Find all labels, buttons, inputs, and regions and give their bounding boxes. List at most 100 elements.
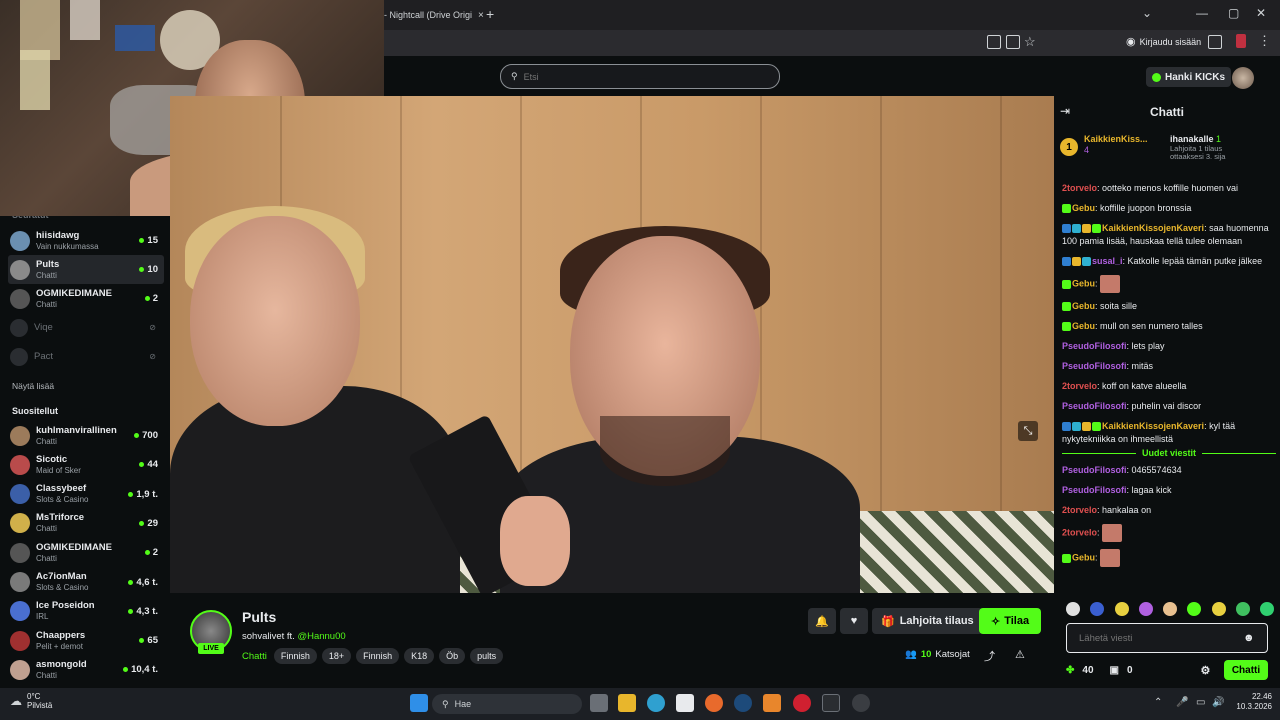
stream-tag[interactable]: K18: [404, 648, 435, 664]
chat-username[interactable]: Gebu: [1072, 278, 1095, 288]
show-more-link[interactable]: Näytä lisää: [12, 381, 54, 391]
emote-icon[interactable]: [1066, 602, 1080, 616]
sidebar-item-ogmikedimane[interactable]: OGMIKEDIMANE Chatti 2: [8, 284, 164, 313]
stream-tag[interactable]: Öb: [439, 648, 466, 664]
search-input[interactable]: [523, 71, 754, 82]
sidebar-item-ogmikedimane[interactable]: OGMIKEDIMANE Chatti 2: [8, 538, 164, 567]
maximize-icon[interactable]: ▢: [1228, 6, 1239, 20]
screenshot-icon[interactable]: [987, 35, 1001, 49]
network-icon[interactable]: ▭: [1196, 697, 1205, 708]
report-icon[interactable]: ⚠: [1015, 648, 1025, 661]
edge-browser-icon[interactable]: [647, 694, 665, 712]
sidebar-item-asmongold[interactable]: asmongold Chatti 10,4 t.: [8, 655, 164, 684]
chat-username[interactable]: PseudoFilosofi: [1062, 361, 1127, 371]
emote-icon[interactable]: [1187, 602, 1202, 616]
new-messages-divider[interactable]: Uudet viestit: [1062, 448, 1276, 458]
stream-tag[interactable]: Finnish: [273, 648, 317, 664]
new-tab-icon[interactable]: +: [486, 6, 494, 22]
chat-username[interactable]: PseudoFilosofi: [1062, 485, 1127, 495]
volume-icon[interactable]: 🔊: [1212, 697, 1224, 708]
chat-username[interactable]: susal_i: [1092, 256, 1123, 266]
task-view-icon[interactable]: [590, 694, 608, 712]
sidebar-item-ice-poseidon[interactable]: Ice Poseidon IRL 4,3 t.: [8, 597, 164, 626]
video-player[interactable]: [170, 96, 1054, 593]
stream-title-mention[interactable]: @Hannu00: [297, 631, 345, 642]
close-window-icon[interactable]: ✕: [1256, 6, 1266, 20]
chat-username[interactable]: KaikkienKissojenKaveri: [1102, 223, 1204, 233]
tab-list-chevron-icon[interactable]: ⌄: [1142, 6, 1152, 20]
emote-icon[interactable]: [1163, 602, 1177, 616]
stream-tag[interactable]: pults: [470, 648, 504, 664]
minimize-icon[interactable]: —: [1196, 6, 1208, 20]
extension-badge-icon[interactable]: [1236, 34, 1246, 48]
store-icon[interactable]: [676, 694, 694, 712]
chat-username[interactable]: KaikkienKissojenKaveri: [1102, 421, 1204, 431]
stream-tag[interactable]: 18+: [321, 648, 352, 664]
chat-username[interactable]: Gebu: [1072, 321, 1095, 331]
follow-button[interactable]: ♥: [840, 608, 868, 634]
sidebar-item-mstriforce[interactable]: MsTriforce Chatti 29: [8, 509, 164, 538]
channel-name[interactable]: Pults: [242, 609, 276, 625]
subscribe-button[interactable]: ✧ Tilaa: [979, 608, 1042, 634]
taskbar-search[interactable]: ⚲ Hae: [432, 694, 582, 714]
tray-chevron-icon[interactable]: ⌃: [1154, 697, 1162, 708]
terminal-icon[interactable]: [822, 694, 840, 712]
browser-tab[interactable]: - Nightcall (Drive Origi ×: [384, 4, 484, 26]
chat-send-button[interactable]: Chatti: [1224, 660, 1268, 680]
leader-name[interactable]: KaikkienKiss...: [1084, 134, 1164, 145]
sidebar-item-hiisidawg[interactable]: hiisidawg Vain nukkumassa 15: [8, 226, 164, 255]
tab-close-icon[interactable]: ×: [478, 10, 484, 21]
emote-icon[interactable]: [1260, 602, 1274, 616]
stream-tag[interactable]: Finnish: [356, 648, 400, 664]
category-link[interactable]: Chatti: [242, 651, 267, 662]
vlc-icon[interactable]: [763, 694, 781, 712]
gift-box-icon[interactable]: ▣: [1110, 665, 1119, 676]
opera-icon[interactable]: [793, 694, 811, 712]
sidebar-item-pact[interactable]: Pact ⊘: [8, 342, 164, 371]
firefox-icon[interactable]: [705, 694, 723, 712]
chat-username[interactable]: Gebu: [1072, 552, 1095, 562]
chat-settings-icon[interactable]: ⚙: [1201, 664, 1211, 677]
emote-icon[interactable]: [1090, 602, 1105, 616]
sidebar-item-ac7ionman[interactable]: Ac7ionMan Slots & Casino 4,6 t.: [8, 568, 164, 597]
bookmark-star-icon[interactable]: ☆: [1024, 34, 1036, 50]
chat-username[interactable]: PseudoFilosofi: [1062, 341, 1127, 351]
login-button[interactable]: ◉ Kirjaudu sisään: [1126, 35, 1201, 48]
chat-username[interactable]: PseudoFilosofi: [1062, 401, 1127, 411]
kicks-balance-icon[interactable]: ✤: [1066, 665, 1074, 676]
share-icon[interactable]: ⤴: [984, 648, 995, 664]
leader2-name[interactable]: ihanakalle: [1170, 134, 1214, 144]
emote-icon[interactable]: [1211, 602, 1226, 616]
chat-username[interactable]: Gebu: [1072, 301, 1095, 311]
sidebar-item-chaappers[interactable]: Chaappers Pelit + demot 65: [8, 626, 164, 655]
chat-username[interactable]: Gebu: [1072, 203, 1095, 213]
search-bar[interactable]: ⚲: [500, 64, 780, 89]
chat-username[interactable]: 2torvelo: [1062, 381, 1097, 391]
emote-icon[interactable]: [1114, 602, 1129, 616]
user-avatar[interactable]: [1232, 67, 1254, 89]
clock[interactable]: 22.46 10.3.2026: [1228, 692, 1272, 712]
emote-icon[interactable]: [1138, 602, 1153, 616]
emoji-picker-icon[interactable]: ☻: [1243, 632, 1255, 644]
get-kicks-button[interactable]: Hanki KICKs: [1146, 67, 1232, 87]
chat-username[interactable]: 2torvelo: [1062, 527, 1097, 537]
sidebar-item-viqe[interactable]: Viqe ⊘: [8, 313, 164, 342]
weather-widget[interactable]: ☁ 0°C Pilvistä: [10, 692, 52, 710]
sidebar-item-sicotic[interactable]: Sicotic Maid of Sker 44: [8, 450, 164, 479]
chat-username[interactable]: 2torvelo: [1062, 183, 1097, 193]
chat-input-box[interactable]: ☻: [1066, 623, 1268, 653]
file-explorer-icon[interactable]: [618, 694, 636, 712]
chat-username[interactable]: 2torvelo: [1062, 505, 1097, 515]
start-menu-icon[interactable]: [410, 694, 428, 712]
extensions-icon[interactable]: [1208, 35, 1222, 49]
picture-in-picture-icon[interactable]: ⤡: [1018, 421, 1038, 441]
obs-icon[interactable]: [852, 694, 870, 712]
save-icon[interactable]: [1006, 35, 1020, 49]
menu-icon[interactable]: ⋮: [1258, 33, 1271, 49]
emote-icon[interactable]: [1235, 602, 1250, 616]
chat-username[interactable]: PseudoFilosofi: [1062, 465, 1127, 475]
sidebar-item-pults[interactable]: Pults Chatti 10: [8, 255, 164, 284]
steam-icon[interactable]: [734, 694, 752, 712]
microphone-icon[interactable]: 🎤: [1176, 697, 1188, 708]
gift-sub-button[interactable]: 🎁 Lahjoita tilaus: [872, 608, 983, 634]
